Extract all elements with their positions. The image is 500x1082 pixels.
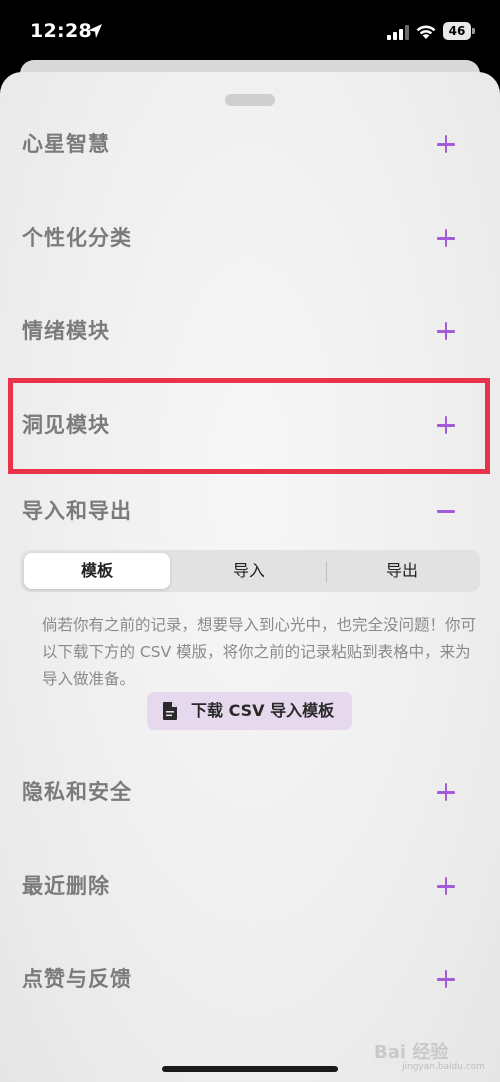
section-title: 最近删除: [22, 874, 110, 898]
section-title: 隐私和安全: [22, 780, 132, 804]
battery-icon: 46: [443, 22, 475, 40]
home-indicator[interactable]: [162, 1066, 338, 1072]
highlight-annotation-box: [8, 378, 490, 474]
section-title: 心星智慧: [22, 132, 110, 156]
baidu-jingyan-watermark: Bai 经验 jingyan.baidu.com: [374, 1032, 485, 1072]
section-row-import-export[interactable]: 导入和导出: [0, 481, 500, 541]
watermark-domain: jingyan.baidu.com: [402, 1062, 486, 1072]
plus-icon[interactable]: [432, 967, 460, 991]
document-icon: [163, 702, 177, 720]
plus-icon[interactable]: [432, 780, 460, 804]
tab-import[interactable]: 导入: [173, 553, 325, 589]
section-row-recently-deleted[interactable]: 最近删除: [0, 856, 500, 916]
download-csv-template-button[interactable]: 下载 CSV 导入模板: [147, 692, 352, 730]
plus-icon[interactable]: [432, 874, 460, 898]
plus-icon[interactable]: [432, 132, 460, 156]
download-button-label: 下载 CSV 导入模板: [191, 701, 335, 720]
status-time: 12:28: [30, 20, 92, 42]
watermark-brand: Bai 经验: [374, 1042, 449, 1063]
wifi-icon: [416, 25, 436, 39]
section-row-like-feedback[interactable]: 点赞与反馈: [0, 949, 500, 1009]
tab-template[interactable]: 模板: [24, 553, 170, 589]
tab-export[interactable]: 导出: [327, 553, 477, 589]
import-description: 倘若你有之前的记录，想要导入到心光中，也完全没问题！你可以下载下方的 CSV 模…: [42, 616, 477, 688]
section-title: 个性化分类: [22, 226, 132, 250]
import-export-segmented-control: 模板 导入 导出: [20, 550, 480, 592]
section-row-xinxing-wisdom[interactable]: 心星智慧: [0, 114, 500, 174]
status-bar: 12:28 46: [0, 0, 500, 64]
minus-icon[interactable]: [432, 499, 460, 523]
cellular-signal-icon: [387, 25, 409, 40]
section-title: 点赞与反馈: [22, 967, 132, 991]
plus-icon[interactable]: [432, 226, 460, 250]
plus-icon[interactable]: [432, 319, 460, 343]
battery-level: 46: [443, 22, 471, 40]
section-row-emotion-module[interactable]: 情绪模块: [0, 301, 500, 361]
section-row-privacy-security[interactable]: 隐私和安全: [0, 762, 500, 822]
section-title: 情绪模块: [22, 319, 110, 343]
sheet-grabber[interactable]: [225, 94, 275, 106]
location-arrow-icon: [88, 24, 102, 38]
section-row-personal-categories[interactable]: 个性化分类: [0, 208, 500, 268]
section-title: 导入和导出: [22, 499, 132, 523]
